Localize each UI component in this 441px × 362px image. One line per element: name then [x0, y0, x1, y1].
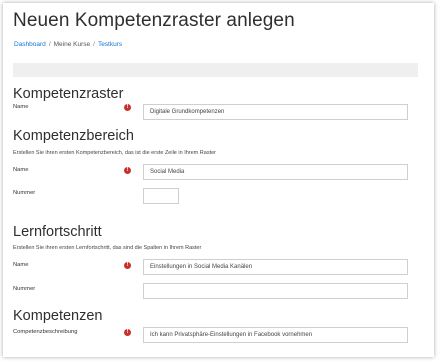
breadcrumb-separator: / — [93, 41, 95, 48]
main-panel: Neuen Kompetenzraster anlegen Dashboard /… — [3, 3, 434, 357]
lernfortschritt-nummer-label: Nummer — [13, 286, 36, 292]
section-heading-kompetenzbereich: Kompetenzbereich — [13, 128, 134, 144]
section-heading-lernfortschritt: Lernfortschritt — [13, 224, 102, 240]
required-icon: ! — [124, 262, 131, 269]
kompetenzbereich-nummer-label: Nummer — [13, 190, 36, 196]
kompetenzbereich-help-text: Erstellen Sie ihren ersten Kompetenzbere… — [13, 150, 216, 156]
kompetenzraster-name-input[interactable]: Digitale Grundkompetenzen — [143, 104, 408, 120]
lernfortschritt-nummer-input[interactable] — [143, 283, 408, 299]
kompetenzraster-name-label: Name — [13, 104, 29, 110]
lernfortschritt-name-input[interactable]: Einstellungen in Social Media Kanälen — [143, 259, 408, 275]
kompetenzbereich-name-label: Name — [13, 167, 29, 173]
kompetenzen-desc-label: Competenzbeschreibung — [13, 329, 78, 335]
breadcrumb-separator: / — [48, 41, 51, 48]
breadcrumb-testkurs[interactable]: Testkurs — [98, 41, 122, 48]
kompetenzbereich-nummer-input[interactable] — [143, 188, 179, 204]
lernfortschritt-name-label: Name — [13, 262, 29, 268]
section-heading-kompetenzraster: Kompetenzraster — [13, 86, 124, 102]
page-title: Neuen Kompetenzraster anlegen — [13, 10, 295, 31]
kompetenzbereich-name-input[interactable]: Social Media — [143, 164, 408, 180]
lernfortschritt-help-text: Erstellen Sie ihren ersten Lernfortschri… — [13, 245, 202, 251]
kompetenzen-desc-input[interactable]: Ich kann Privatsphäre-Einstellungen in F… — [143, 327, 408, 343]
breadcrumb: Dashboard / Meine Kurse / Testkurs — [14, 41, 122, 48]
required-icon: ! — [124, 104, 131, 111]
required-icon: ! — [124, 167, 131, 174]
section-heading-kompetenzen: Kompetenzen — [13, 308, 103, 324]
breadcrumb-meine-kurse[interactable]: Meine Kurse — [54, 41, 91, 48]
required-icon: ! — [124, 329, 131, 336]
breadcrumb-dashboard[interactable]: Dashboard — [14, 41, 46, 48]
section-divider-bar — [13, 63, 418, 77]
